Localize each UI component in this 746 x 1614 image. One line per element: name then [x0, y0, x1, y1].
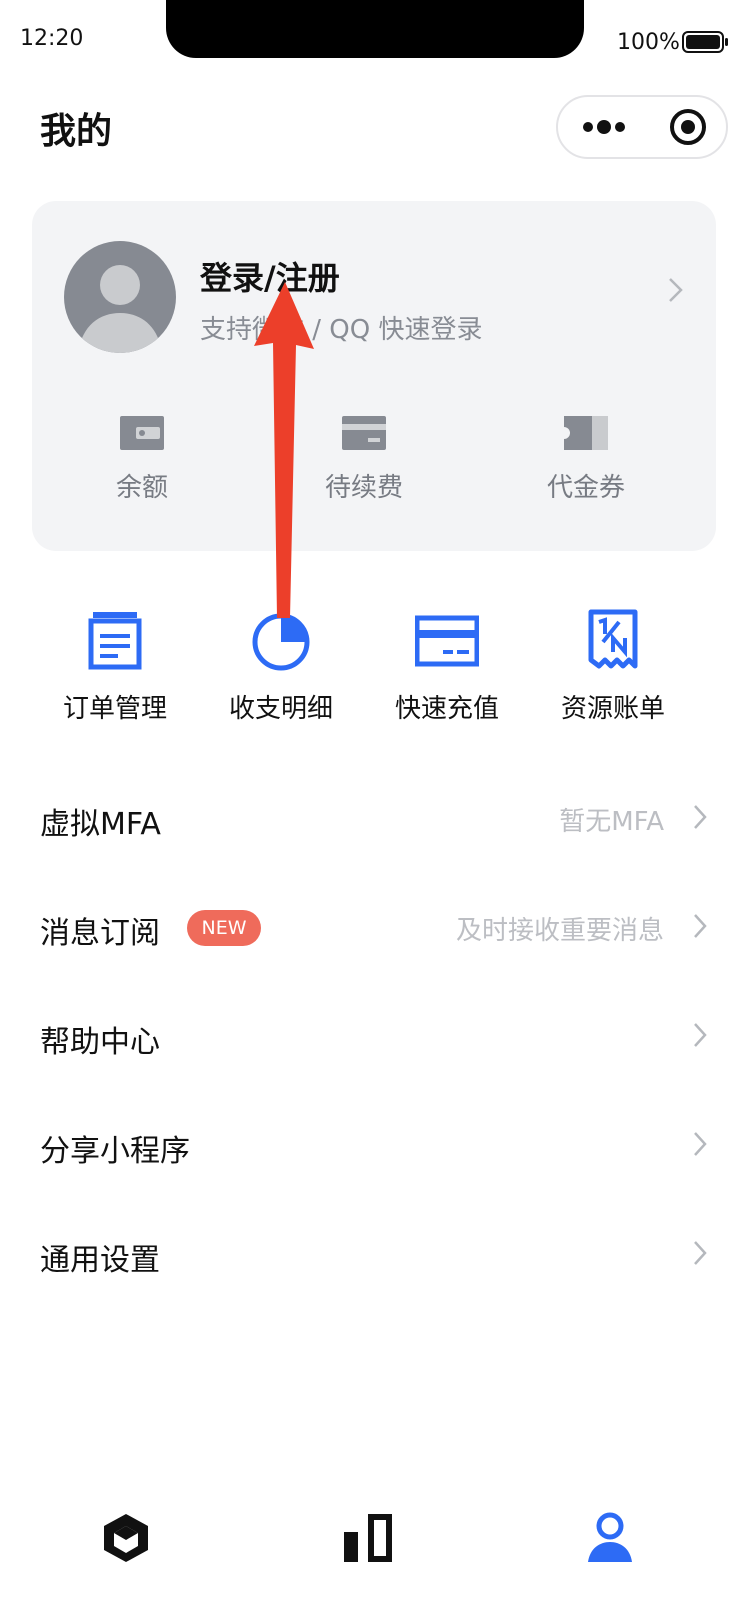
- order-icon: [88, 612, 142, 670]
- status-time: 12:20: [20, 26, 84, 51]
- pie-chart-icon: [252, 613, 310, 671]
- bar-chart-icon[interactable]: [338, 1508, 398, 1568]
- menu-item-help-center[interactable]: 帮助中心: [0, 987, 746, 1087]
- more-dots-icon[interactable]: [578, 97, 640, 157]
- wallet-balance[interactable]: 余额: [72, 413, 212, 513]
- voucher-icon: [564, 416, 608, 450]
- wallet-voucher-label: 代金券: [546, 473, 625, 503]
- quick-action-income-expense[interactable]: 收支明细: [206, 608, 356, 725]
- user-icon[interactable]: [580, 1508, 640, 1568]
- page-title: 我的: [40, 111, 113, 152]
- menu-item-general-settings[interactable]: 通用设置: [0, 1205, 746, 1305]
- menu-item-label: 分享小程序: [40, 1134, 190, 1169]
- chevron-right-icon: [669, 278, 683, 302]
- quick-action-resource-bill[interactable]: 资源账单: [538, 608, 688, 725]
- quick-action-orders[interactable]: 订单管理: [40, 608, 190, 725]
- login-title[interactable]: 登录/注册: [200, 253, 340, 299]
- menu-item-virtual-mfa[interactable]: 虚拟MFA 暂无MFA: [0, 769, 746, 869]
- chevron-right-icon: [694, 914, 707, 938]
- card-icon: [342, 416, 386, 450]
- menu-item-message-subscription[interactable]: 消息订阅 NEW 及时接收重要消息: [0, 878, 746, 978]
- chevron-right-icon: [694, 805, 707, 829]
- camera-notch: [166, 0, 584, 58]
- menu-item-label: 通用设置: [40, 1243, 160, 1278]
- wallet-icon: [120, 416, 164, 450]
- chevron-right-icon: [694, 1023, 707, 1047]
- bill-icon: [588, 609, 638, 669]
- menu-item-label: 虚拟MFA: [40, 807, 161, 842]
- menu-item-share-mini-program[interactable]: 分享小程序: [0, 1096, 746, 1196]
- cube-icon[interactable]: [96, 1508, 156, 1568]
- menu-item-label: 帮助中心: [40, 1025, 160, 1060]
- wallet-renewal-label: 待续费: [324, 473, 403, 503]
- capsule-divider: [644, 114, 645, 140]
- wallet-renewal[interactable]: 待续费: [294, 413, 434, 513]
- quick-action-recharge-label: 快速充值: [394, 694, 499, 724]
- wallet-voucher[interactable]: 代金券: [516, 413, 656, 513]
- login-card[interactable]: 登录/注册 支持微信 / QQ 快速登录 余额 待续费 代金券: [32, 201, 716, 551]
- quick-action-income-expense-label: 收支明细: [228, 694, 333, 724]
- quick-action-resource-bill-label: 资源账单: [560, 694, 665, 724]
- menu-item-label: 消息订阅: [40, 916, 160, 951]
- new-badge: NEW: [187, 910, 261, 946]
- avatar-icon[interactable]: [64, 241, 176, 353]
- credit-card-icon: [415, 615, 479, 667]
- target-icon[interactable]: [666, 105, 710, 149]
- chevron-right-icon: [694, 1241, 707, 1265]
- menu-item-value: 暂无MFA: [559, 807, 664, 837]
- chevron-right-icon: [694, 1132, 707, 1156]
- quick-action-orders-label: 订单管理: [62, 694, 167, 724]
- menu-item-value: 及时接收重要消息: [455, 916, 664, 946]
- battery-percent: 100%: [617, 30, 680, 55]
- wallet-balance-label: 余额: [115, 473, 168, 503]
- battery-icon: [682, 31, 728, 53]
- mini-program-capsule: [556, 95, 728, 159]
- quick-action-recharge[interactable]: 快速充值: [372, 608, 522, 725]
- login-subtitle: 支持微信 / QQ 快速登录: [200, 315, 483, 345]
